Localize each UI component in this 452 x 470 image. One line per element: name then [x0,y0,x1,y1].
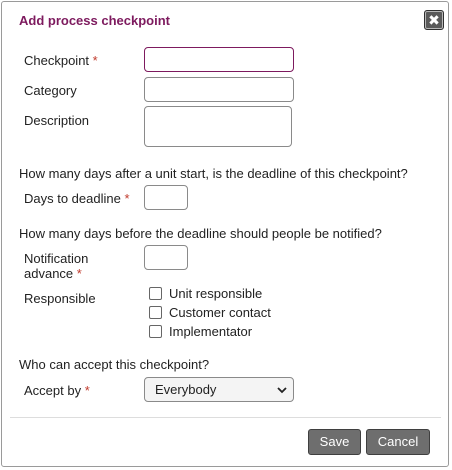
close-icon: ✖ [428,12,440,28]
notification-advance-label-line2: advance [24,266,74,281]
required-marker: * [124,191,130,206]
responsible-label: Responsible [24,291,96,306]
days-to-deadline-input[interactable] [144,185,188,210]
notification-advance-label-line1: Notification [24,251,89,266]
description-label: Description [24,113,90,128]
category-label: Category [24,83,77,98]
checkbox-label: Customer contact [169,305,271,320]
footer-divider [10,417,441,418]
required-marker: * [84,383,90,398]
checkpoint-input[interactable] [144,47,294,72]
save-button[interactable]: Save [308,429,361,455]
notification-advance-input[interactable] [144,245,188,270]
checkpoint-label-text: Checkpoint [24,53,90,68]
accept-question: Who can accept this checkpoint? [19,357,210,372]
required-marker: * [92,53,98,68]
checkpoint-label: Checkpoint * [24,53,98,68]
checkbox[interactable] [149,325,162,338]
cancel-button[interactable]: Cancel [366,429,430,455]
description-textarea[interactable] [144,106,292,147]
accept-by-label: Accept by * [24,383,90,398]
required-marker: * [76,266,82,281]
accept-by-selected-value: Everybody [155,382,217,397]
notification-advance-label: Notification advance * [24,251,88,281]
checkbox[interactable] [149,306,162,319]
dialog-title: Add process checkpoint [19,13,170,28]
accept-by-select[interactable]: Everybody [144,377,294,402]
notify-question: How many days before the deadline should… [19,226,382,241]
checkbox-label: Implementator [169,324,253,339]
checkbox-label: Unit responsible [169,286,263,301]
add-checkpoint-dialog: Add process checkpoint ✖ Checkpoint * Ca… [1,1,449,467]
notification-advance-label-line2-wrap: advance * [24,266,88,281]
days-to-deadline-label-text: Days to deadline [24,191,121,206]
checkbox[interactable] [149,287,162,300]
deadline-question: How many days after a unit start, is the… [19,166,408,181]
close-button[interactable]: ✖ [424,10,444,30]
accept-by-label-text: Accept by [24,383,82,398]
days-to-deadline-label: Days to deadline * [24,191,130,206]
chevron-down-icon [277,387,287,394]
category-input[interactable] [144,77,294,102]
